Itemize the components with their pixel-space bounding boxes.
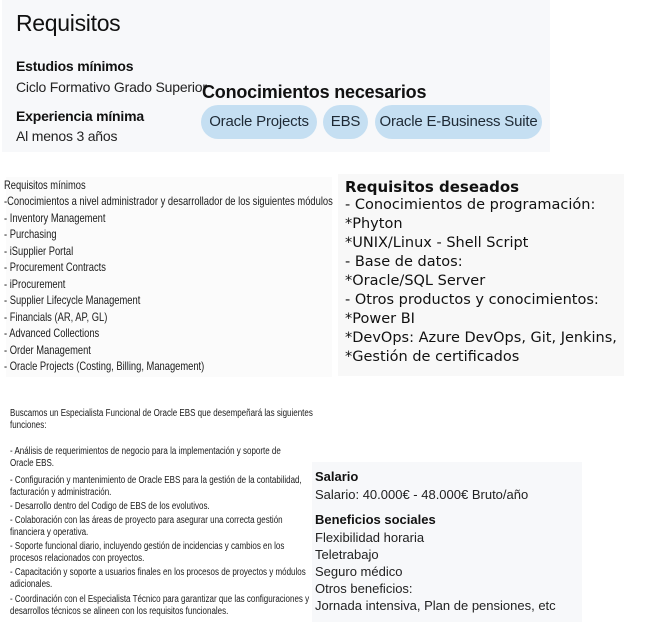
description-line: adicionales. <box>10 579 53 590</box>
page-title: Requisitos <box>16 10 121 36</box>
studies-label: Estudios mínimos <box>16 58 134 74</box>
skill-chip[interactable]: EBS <box>323 105 368 139</box>
benefits-label: Beneficios sociales <box>315 512 436 527</box>
list-item: - Financials (AR, AP, GL) <box>4 310 108 324</box>
desired-item: *Phyton <box>345 216 403 232</box>
description-line: - Coordinación con el Especialista Técni… <box>10 594 310 605</box>
benefit-item: Seguro médico <box>315 564 403 579</box>
knowledge-title: Conocimientos necesarios <box>202 82 427 102</box>
experience-value: Al menos 3 años <box>16 128 118 144</box>
skill-chip[interactable]: Oracle E-Business Suite <box>375 105 542 139</box>
description-line: - Configuración y mantenimiento de Oracl… <box>10 475 302 486</box>
benefit-item: Flexibilidad horaria <box>315 530 425 545</box>
list-item: - Inventory Management <box>4 211 106 225</box>
list-item: - Order Management <box>4 343 91 357</box>
desired-title: Requisitos deseados <box>345 178 520 196</box>
desired-item: - Base de datos: <box>345 254 463 270</box>
description-line: - Colaboración con las áreas de proyecto… <box>10 515 283 526</box>
salary-value: Salario: 40.000€ - 48.000€ Bruto/año <box>315 487 529 502</box>
desired-item: - Conocimientos de programación: <box>345 197 596 213</box>
description-line: - Análisis de requerimientos de negocio … <box>10 446 281 457</box>
list-item: - Supplier Lifecycle Management <box>4 293 141 307</box>
list-item: - Advanced Collections <box>4 326 100 340</box>
min-req-heading: Requisitos mínimos <box>4 178 86 192</box>
list-item: -Conocimientos a nivel administrador y d… <box>4 194 333 208</box>
desired-item: - Otros productos y conocimientos: <box>345 292 599 308</box>
description-line: - Desarrollo dentro del Codigo de EBS de… <box>10 501 210 512</box>
desired-item: *DevOps: Azure DevOps, Git, Jenkins, <box>345 330 617 346</box>
list-item: - Oracle Projects (Costing, Billing, Man… <box>4 359 205 373</box>
benefit-item: Jornada intensiva, Plan de pensiones, et… <box>315 598 556 613</box>
description-line: desarrollos técnicos se alineen con los … <box>10 606 229 617</box>
desired-item: *Gestión de certificados <box>345 349 520 365</box>
description-line: - Soporte funcional diario, incluyendo g… <box>10 541 285 552</box>
list-item: - iSupplier Portal <box>4 244 74 258</box>
description-line: procesos relacionados con proyectos. <box>10 553 145 564</box>
description-line: funciones: <box>10 420 47 431</box>
description-line: - Capacitación y soporte a usuarios fina… <box>10 567 306 578</box>
salary-label: Salario <box>315 469 359 484</box>
studies-value: Ciclo Formativo Grado Superior <box>16 79 207 95</box>
skill-chip[interactable]: Oracle Projects <box>201 105 317 139</box>
benefit-item: Otros beneficios: <box>315 581 413 596</box>
benefit-item: Teletrabajo <box>315 547 379 562</box>
description-line: financiera y operativa. <box>10 527 89 538</box>
experience-label: Experiencia mínima <box>16 108 144 124</box>
desired-item: *UNIX/Linux - Shell Script <box>345 235 529 251</box>
desired-item: *Oracle/SQL Server <box>345 273 486 289</box>
list-item: - iProcurement <box>4 277 66 291</box>
list-item: - Procurement Contracts <box>4 260 106 274</box>
desired-item: *Power BI <box>345 311 415 327</box>
description-line: Buscamos un Especialista Funcional de Or… <box>10 408 313 419</box>
list-item: - Purchasing <box>4 227 57 241</box>
description-line: Oracle EBS. <box>10 458 55 469</box>
description-line: facturación y administración. <box>10 487 112 498</box>
